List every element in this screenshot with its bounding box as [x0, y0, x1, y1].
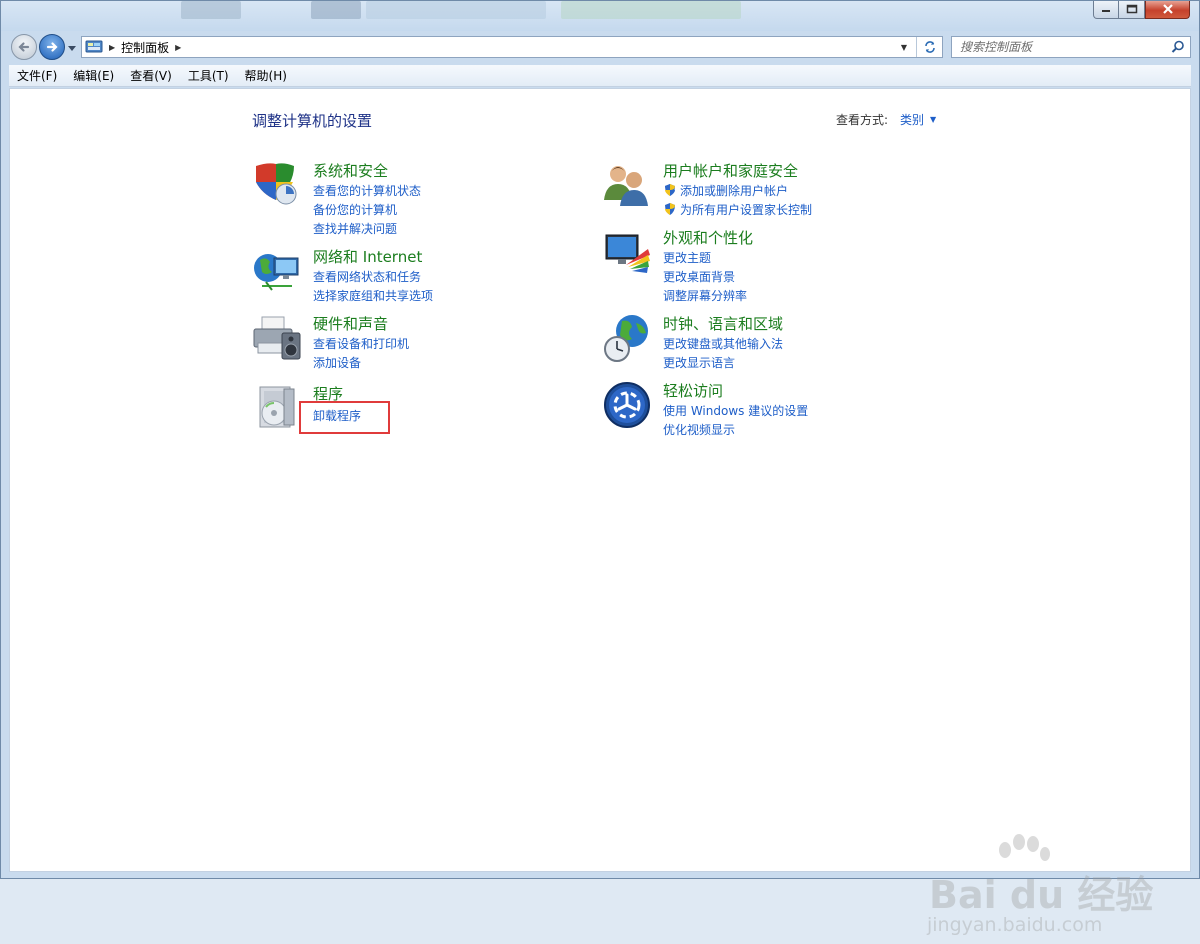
shield-security-icon[interactable] [252, 160, 302, 210]
close-icon [1162, 3, 1174, 16]
link-change-input-method[interactable]: 更改键盘或其他输入法 [663, 335, 783, 352]
address-history-dropdown[interactable]: ▼ [896, 37, 912, 57]
menu-bar: 文件(F) 编辑(E) 查看(V) 工具(T) 帮助(H) [9, 65, 1191, 87]
link-devices-printers[interactable]: 查看设备和打印机 [313, 335, 409, 352]
search-box[interactable] [951, 36, 1191, 58]
menu-file[interactable]: 文件(F) [9, 65, 65, 87]
menu-help[interactable]: 帮助(H) [237, 65, 295, 87]
breadcrumb-separator-icon[interactable]: ▶ [109, 43, 115, 52]
back-button[interactable] [11, 34, 37, 60]
minimize-icon [1101, 4, 1111, 15]
link-backup-computer[interactable]: 备份您的计算机 [313, 201, 397, 218]
category-hardware-sound: 硬件和声音 查看设备和打印机 添加设备 [252, 313, 552, 373]
category-clock-language-region: 时钟、语言和区域 更改键盘或其他输入法 更改显示语言 [602, 313, 902, 373]
refresh-button[interactable] [916, 37, 942, 57]
refresh-icon [924, 41, 935, 53]
control-panel-window: ▶ 控制面板 ▶ ▼ 文件(F) 编辑( [0, 0, 1200, 936]
minimize-button[interactable] [1093, 1, 1119, 19]
breadcrumb-separator-icon[interactable]: ▶ [175, 43, 181, 52]
menu-tools[interactable]: 工具(T) [180, 65, 237, 87]
glass-reflection [181, 1, 241, 19]
control-panel-icon [85, 40, 103, 53]
link-homegroup-sharing[interactable]: 选择家庭组和共享选项 [313, 287, 433, 304]
view-by-label: 查看方式: [836, 113, 889, 127]
page-title: 调整计算机的设置 [252, 112, 373, 130]
link-optimize-video-display[interactable]: 优化视频显示 [663, 421, 735, 438]
link-network-status[interactable]: 查看网络状态和任务 [313, 268, 421, 285]
users-icon[interactable] [602, 160, 652, 210]
link-change-theme[interactable]: 更改主题 [663, 249, 711, 266]
watermark-url: jingyan.baidu.com [927, 914, 1103, 936]
category-title[interactable]: 用户帐户和家庭安全 [663, 160, 798, 181]
printer-speaker-icon[interactable] [252, 313, 302, 363]
recent-pages-dropdown-icon[interactable] [67, 43, 77, 53]
category-title[interactable]: 轻松访问 [663, 380, 723, 401]
link-parental-controls[interactable]: 为所有用户设置家长控制 [663, 201, 812, 218]
category-title[interactable]: 网络和 Internet [313, 246, 422, 267]
menu-edit[interactable]: 编辑(E) [65, 65, 122, 87]
maximize-icon [1126, 4, 1138, 16]
link-view-computer-status[interactable]: 查看您的计算机状态 [313, 182, 421, 199]
search-input[interactable] [952, 38, 1162, 56]
view-by-value[interactable]: 类别 [900, 111, 924, 128]
menu-view[interactable]: 查看(V) [122, 65, 180, 87]
breadcrumb-control-panel[interactable]: 控制面板 [121, 39, 169, 56]
red-highlight-box [299, 401, 390, 434]
maximize-button[interactable] [1119, 1, 1145, 19]
link-add-device[interactable]: 添加设备 [313, 354, 361, 371]
link-change-display-language[interactable]: 更改显示语言 [663, 354, 735, 371]
title-bar[interactable] [1, 1, 1199, 31]
search-icon[interactable] [1171, 40, 1185, 54]
ease-of-access-icon[interactable] [602, 380, 652, 430]
category-appearance: 外观和个性化 更改主题 更改桌面背景 调整屏幕分辨率 [602, 227, 902, 307]
programs-disc-icon[interactable] [252, 383, 302, 433]
view-by-dropdown[interactable]: 类别 ▼ [900, 111, 936, 128]
watermark-logo-text: Bai du 经验 [929, 873, 1154, 917]
navigation-bar: ▶ 控制面板 ▶ ▼ [1, 31, 1199, 63]
category-network-internet: 网络和 Internet 查看网络状态和任务 选择家庭组和共享选项 [252, 246, 552, 306]
glass-reflection [366, 1, 546, 19]
monitor-palette-icon[interactable] [602, 227, 652, 277]
link-change-desktop-background[interactable]: 更改桌面背景 [663, 268, 735, 285]
address-bar[interactable]: ▶ 控制面板 ▶ ▼ [81, 36, 943, 58]
link-troubleshoot[interactable]: 查找并解决问题 [313, 220, 397, 237]
forward-button[interactable] [39, 34, 65, 60]
close-button[interactable] [1145, 1, 1190, 19]
uac-shield-icon [665, 203, 675, 215]
category-programs: 程序 卸载程序 [252, 383, 552, 435]
baidu-jingyan-watermark: Bai du 经验 jingyan.baidu.com [923, 834, 1163, 944]
link-add-remove-accounts[interactable]: 添加或删除用户帐户 [663, 182, 788, 199]
network-globe-icon[interactable] [252, 246, 302, 296]
glass-reflection [311, 1, 361, 19]
glass-reflection [561, 1, 741, 19]
uac-shield-icon [665, 184, 675, 196]
content-area: 调整计算机的设置 查看方式: 类别 ▼ 系统和安全 查看您的计算机状态 备份您的… [9, 88, 1191, 936]
category-system-security: 系统和安全 查看您的计算机状态 备份您的计算机 查找并解决问题 [252, 160, 552, 240]
forward-arrow-icon [46, 42, 58, 52]
category-ease-of-access: 轻松访问 使用 Windows 建议的设置 优化视频显示 [602, 380, 902, 440]
category-title[interactable]: 硬件和声音 [313, 313, 388, 334]
link-adjust-resolution[interactable]: 调整屏幕分辨率 [663, 287, 747, 304]
link-recommended-settings[interactable]: 使用 Windows 建议的设置 [663, 402, 808, 419]
chevron-down-icon: ▼ [900, 42, 908, 52]
clock-globe-icon[interactable] [602, 313, 652, 363]
category-title[interactable]: 外观和个性化 [663, 227, 753, 248]
category-title[interactable]: 时钟、语言和区域 [663, 313, 783, 334]
back-arrow-icon [18, 42, 30, 52]
link-text[interactable]: 添加或删除用户帐户 [680, 184, 788, 198]
category-title[interactable]: 系统和安全 [313, 160, 388, 181]
category-user-accounts: 用户帐户和家庭安全 添加或删除用户帐户 为所有用户设置家长控制 [602, 160, 902, 220]
chevron-down-icon[interactable]: ▼ [930, 115, 936, 124]
link-text[interactable]: 为所有用户设置家长控制 [680, 203, 812, 217]
